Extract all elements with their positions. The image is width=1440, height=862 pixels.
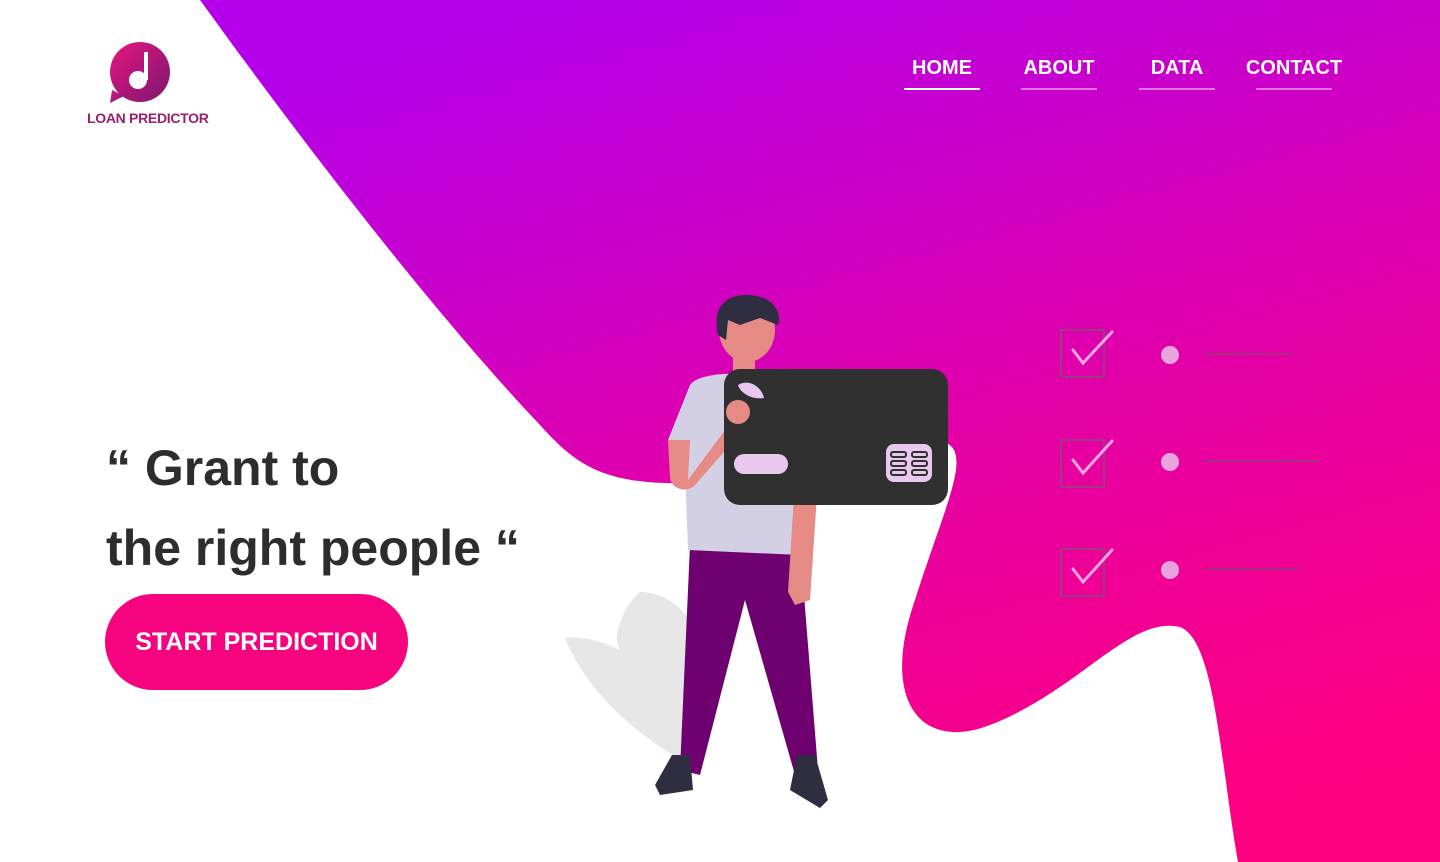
nav-data-label: DATA	[1150, 57, 1204, 79]
nav-data-underline	[1139, 88, 1215, 90]
nav-home-label: HOME	[912, 57, 972, 79]
nav-about-underline	[1021, 88, 1097, 90]
hero-headline-line-2: the right people “	[106, 520, 520, 576]
nav-contact-underline	[1256, 88, 1332, 90]
nav-home-underline	[904, 88, 980, 90]
nav-contact-label: CONTACT	[1245, 57, 1343, 79]
nav-contact[interactable]: CONTACT	[1240, 54, 1348, 90]
main-navigation: HOME ABOUT DATA CONTACT	[0, 54, 1440, 94]
nav-home[interactable]: HOME	[904, 54, 980, 90]
brand-name: LOAN PREDICTOR	[87, 110, 209, 126]
hero-headline-line-1: “ Grant to	[106, 440, 340, 496]
hero-headline: “ Grant to the right people “	[106, 428, 520, 588]
nav-about-label: ABOUT	[1023, 57, 1095, 79]
nav-data[interactable]: DATA	[1139, 54, 1215, 90]
nav-about[interactable]: ABOUT	[1021, 54, 1097, 90]
start-prediction-button[interactable]: START PREDICTION	[105, 594, 408, 690]
